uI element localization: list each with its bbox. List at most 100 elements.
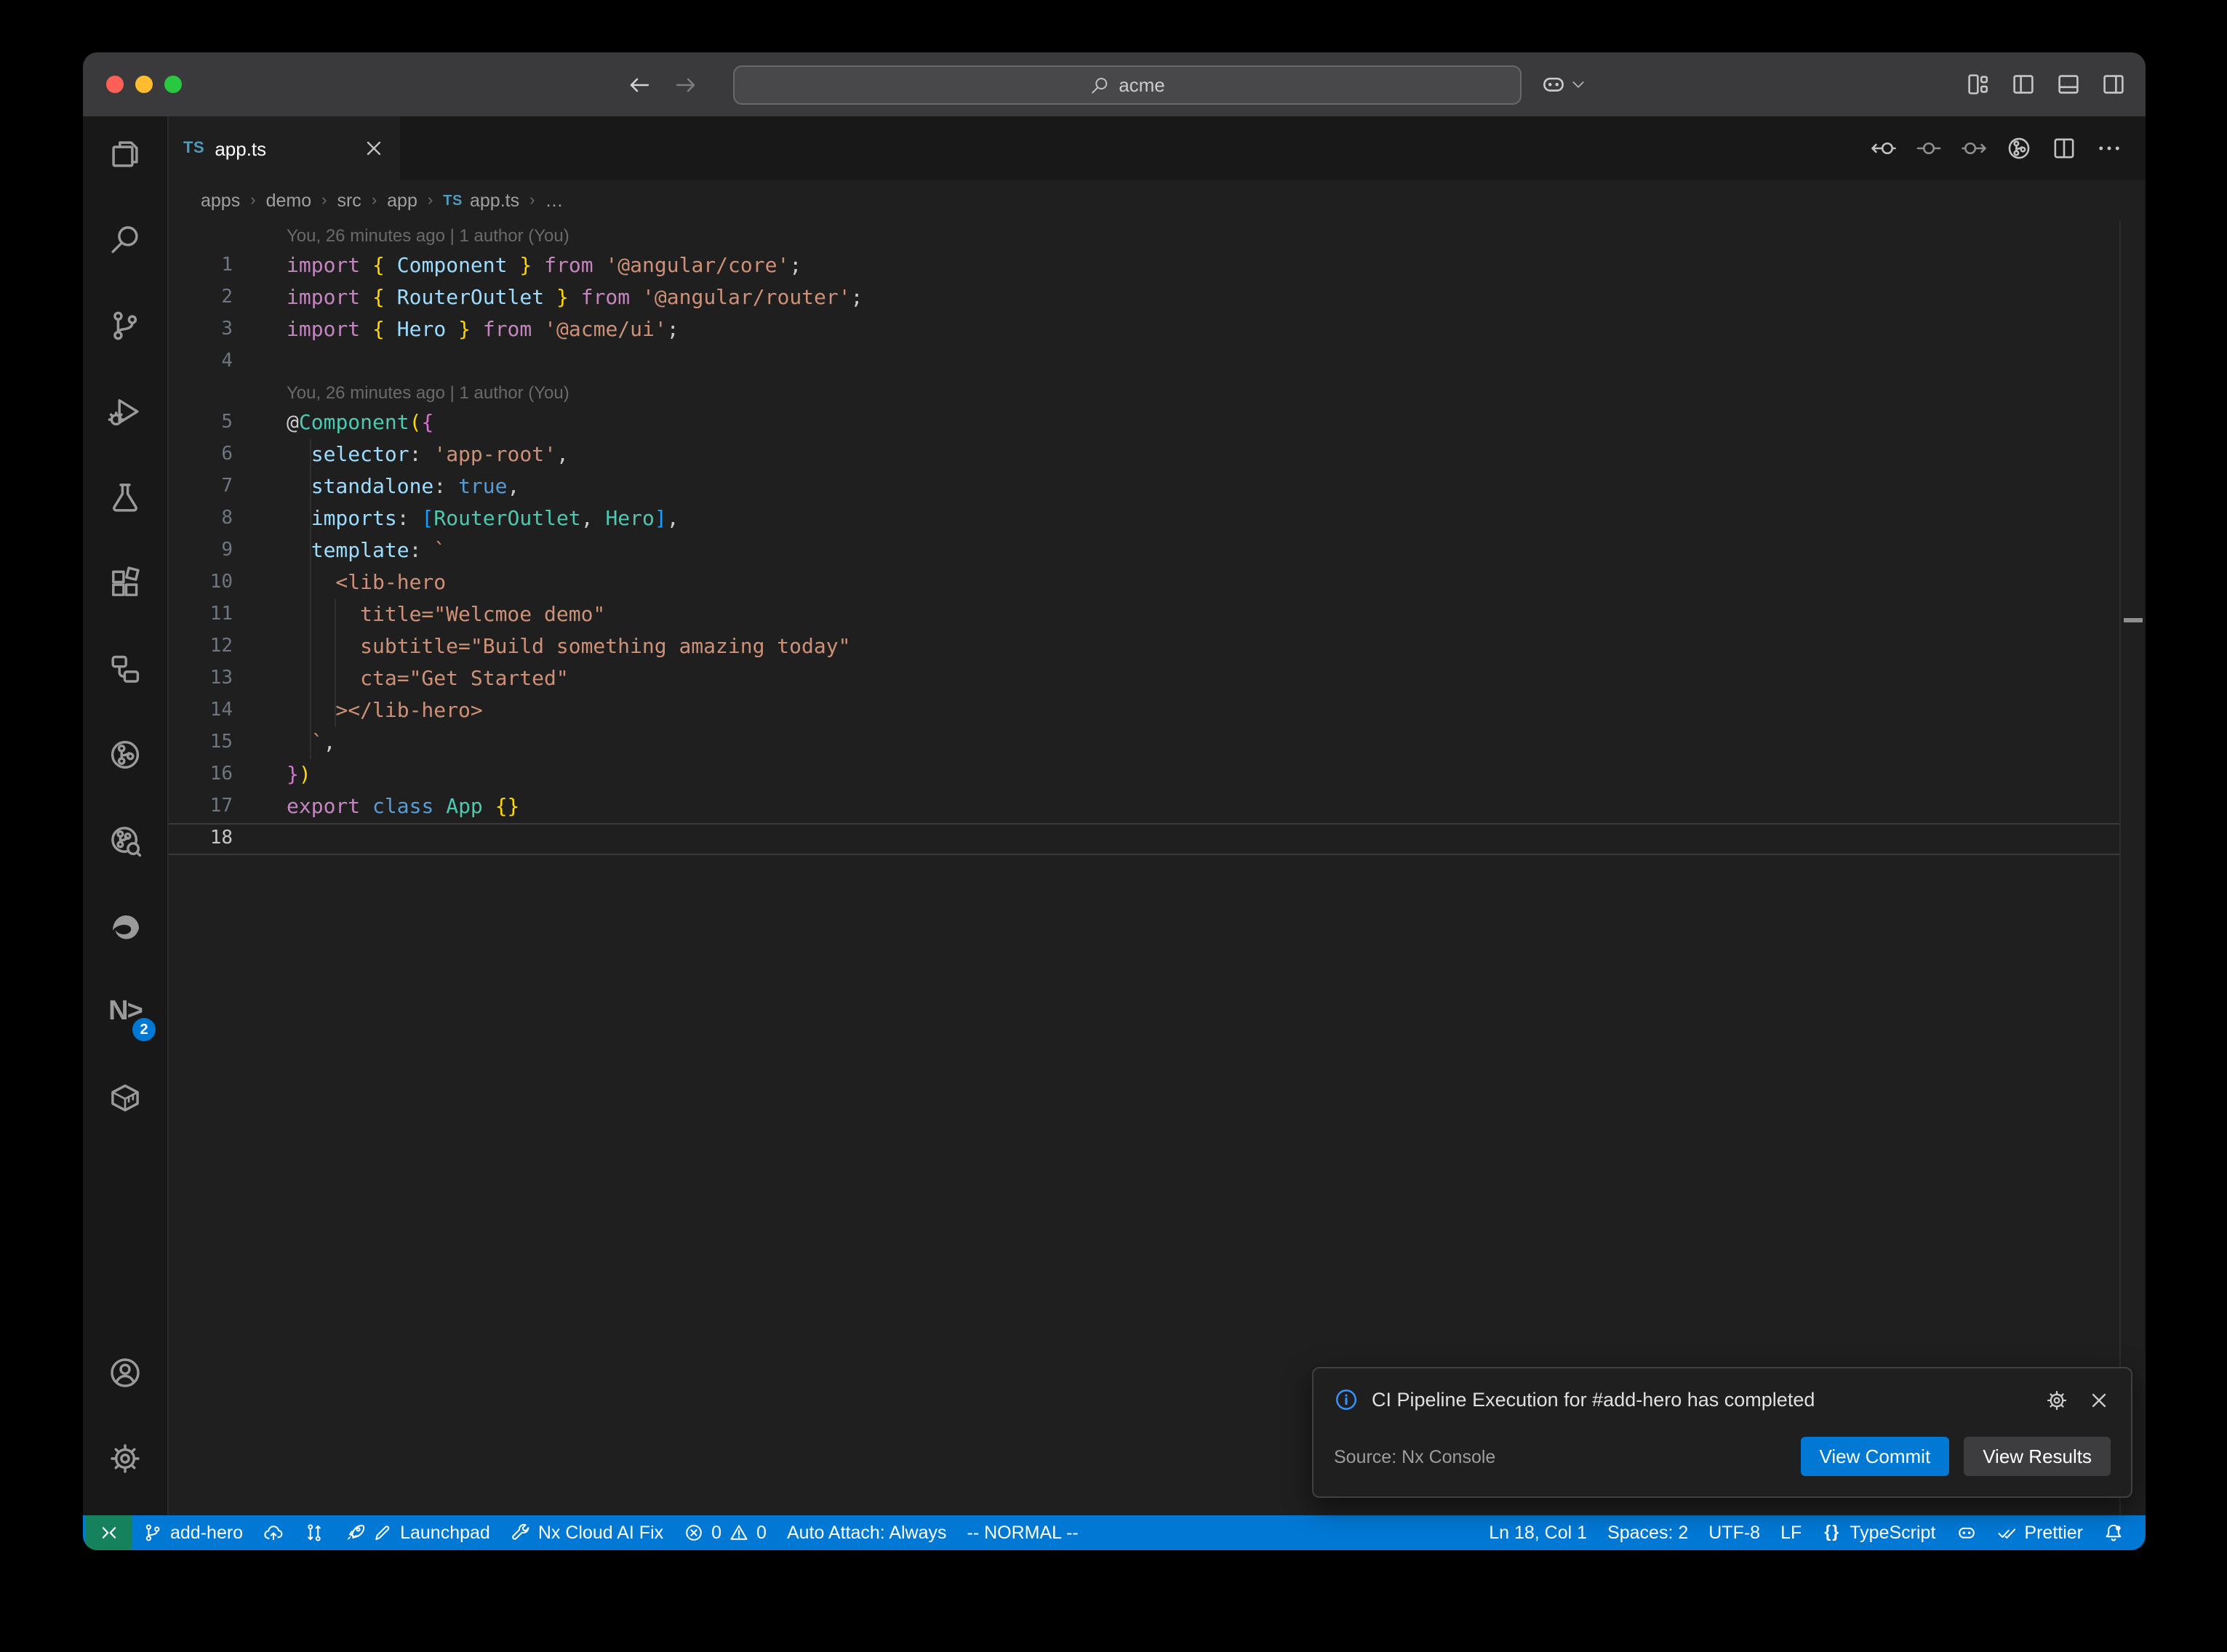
- breadcrumb-item[interactable]: app: [387, 191, 417, 211]
- notification-toast: CI Pipeline Execution for #add-hero has …: [1312, 1367, 2132, 1498]
- code-line-7[interactable]: 7 standalone: true,: [169, 471, 2121, 503]
- next-change-icon[interactable]: [1961, 135, 1987, 161]
- status-publish-changes[interactable]: [253, 1515, 294, 1550]
- layout-panel-icon[interactable]: [2055, 71, 2082, 97]
- breadcrumb-item[interactable]: apps: [201, 191, 240, 211]
- breadcrumb-separator-icon: ›: [250, 192, 255, 209]
- history-navigation: [627, 52, 698, 116]
- desktop: acme N>2 TS app.ts apps›dem: [0, 0, 2227, 1652]
- status-nx-cloud-ai-fix[interactable]: Nx Cloud AI Fix: [500, 1515, 673, 1550]
- status-launchpad[interactable]: Launchpad: [335, 1515, 500, 1550]
- token: cta="Get Started": [287, 667, 569, 691]
- activity-item-pull-requests[interactable]: [90, 726, 160, 784]
- hierarchy-icon: [108, 651, 143, 686]
- line-content: template: `: [233, 535, 446, 567]
- navigate-back-icon[interactable]: [627, 72, 652, 97]
- view-results-button[interactable]: View Results: [1964, 1437, 2111, 1476]
- source-control-icon: [108, 308, 143, 343]
- status-label: Nx Cloud AI Fix: [538, 1523, 663, 1543]
- code-editor[interactable]: You, 26 minutes ago | 1 author (You)1imp…: [169, 221, 2146, 1515]
- status-git-branch[interactable]: add-hero: [132, 1515, 253, 1550]
- token: Hero: [605, 508, 654, 531]
- line-number: 2: [169, 282, 233, 314]
- token: [593, 254, 606, 278]
- activity-item-explorer[interactable]: [90, 125, 160, 183]
- breadcrumb-separator-icon: ›: [529, 192, 535, 209]
- previous-change-icon[interactable]: [1871, 135, 1897, 161]
- status-problems[interactable]: 00: [673, 1515, 777, 1550]
- status-language-mode[interactable]: {}TypeScript: [1812, 1515, 1946, 1550]
- activity-item-search[interactable]: [90, 211, 160, 269]
- token: [544, 286, 556, 310]
- status-indentation[interactable]: Spaces: 2: [1597, 1515, 1698, 1550]
- status-encoding[interactable]: UTF-8: [1698, 1515, 1770, 1550]
- zoom-window-button[interactable]: [164, 76, 182, 93]
- close-tab-icon[interactable]: [362, 137, 385, 160]
- more-actions-icon[interactable]: [2096, 135, 2122, 161]
- status-copilot-status[interactable]: [1946, 1515, 1986, 1550]
- command-center-search[interactable]: acme: [733, 65, 1522, 105]
- code-line-9[interactable]: 9 template: `: [169, 535, 2121, 567]
- activity-item-edge-devtools[interactable]: [90, 897, 160, 955]
- code-line-1[interactable]: 1import { Component } from '@angular/cor…: [169, 250, 2121, 282]
- container-icon: [108, 1080, 143, 1115]
- notification-close-icon[interactable]: [2087, 1388, 2111, 1411]
- status-vim-mode[interactable]: -- NORMAL --: [957, 1515, 1089, 1550]
- status-prettier[interactable]: Prettier: [1986, 1515, 2093, 1550]
- navigate-forward-icon[interactable]: [673, 72, 698, 97]
- view-commit-button[interactable]: View Commit: [1801, 1437, 1950, 1476]
- code-line-2[interactable]: 2import { RouterOutlet } from '@angular/…: [169, 282, 2121, 314]
- split-editor-icon[interactable]: [2051, 135, 2077, 161]
- code-line-13[interactable]: 13 cta="Get Started": [169, 663, 2121, 695]
- code-line-8[interactable]: 8 imports: [RouterOutlet, Hero],: [169, 503, 2121, 535]
- remote-icon: [99, 1523, 119, 1543]
- copilot-menu[interactable]: [1540, 52, 1587, 116]
- line-content: imports: [RouterOutlet, Hero],: [233, 503, 679, 535]
- scrollbar[interactable]: [2119, 221, 2146, 1515]
- activity-item-gitlens[interactable]: [90, 811, 160, 870]
- notification-settings-gear-icon[interactable]: [2045, 1388, 2068, 1411]
- code-line-3[interactable]: 3import { Hero } from '@acme/ui';: [169, 314, 2121, 346]
- code-line-14[interactable]: 14 ></lib-hero>: [169, 695, 2121, 727]
- status-remote-indicator[interactable]: [86, 1515, 132, 1550]
- minimize-window-button[interactable]: [135, 76, 153, 93]
- customize-layout-icon[interactable]: [1965, 71, 1991, 97]
- breadcrumb-item[interactable]: src: [337, 191, 361, 211]
- code-line-16[interactable]: 16}): [169, 759, 2121, 791]
- activity-item-testing[interactable]: [90, 468, 160, 526]
- open-change-icon[interactable]: [1916, 135, 1942, 161]
- close-window-button[interactable]: [106, 76, 124, 93]
- status-notifications-bell[interactable]: [2093, 1515, 2134, 1550]
- status-auto-attach[interactable]: Auto Attach: Always: [777, 1515, 957, 1550]
- activity-item-settings[interactable]: [90, 1430, 160, 1488]
- layout-sidebar-right-icon[interactable]: [2100, 71, 2127, 97]
- activity-item-project-graph[interactable]: [90, 640, 160, 698]
- breadcrumb-symbol[interactable]: …: [545, 191, 563, 211]
- code-line-12[interactable]: 12 subtitle="Build something amazing tod…: [169, 631, 2121, 663]
- activity-item-accounts[interactable]: [90, 1344, 160, 1402]
- tab-app-ts[interactable]: TS app.ts: [169, 116, 400, 180]
- code-line-10[interactable]: 10 <lib-hero: [169, 567, 2121, 599]
- code-line-5[interactable]: 5@Component({: [169, 407, 2121, 439]
- line-content: subtitle="Build something amazing today": [233, 631, 850, 663]
- status-git-compare[interactable]: [294, 1515, 335, 1550]
- open-in-graph-icon[interactable]: [2006, 135, 2032, 161]
- status-eol[interactable]: LF: [1770, 1515, 1812, 1550]
- status-cursor-position[interactable]: Ln 18, Col 1: [1479, 1515, 1597, 1550]
- code-line-4[interactable]: 4: [169, 346, 2121, 378]
- breadcrumb-item[interactable]: demo: [266, 191, 312, 211]
- activity-item-extensions[interactable]: [90, 554, 160, 612]
- line-number: 15: [169, 727, 233, 759]
- code-line-6[interactable]: 6 selector: 'app-root',: [169, 439, 2121, 471]
- code-line-17[interactable]: 17export class App {}: [169, 791, 2121, 823]
- activity-item-nx-console[interactable]: N>2: [90, 983, 160, 1041]
- activity-item-containers[interactable]: [90, 1069, 160, 1127]
- code-line-11[interactable]: 11 title="Welcmoe demo": [169, 599, 2121, 631]
- token: import: [287, 254, 360, 278]
- activity-item-source-control[interactable]: [90, 297, 160, 355]
- breadcrumb-file[interactable]: TSapp.ts: [443, 191, 519, 211]
- code-line-18[interactable]: 18: [169, 823, 2121, 855]
- activity-item-run-and-debug[interactable]: [90, 382, 160, 441]
- layout-sidebar-left-icon[interactable]: [2010, 71, 2036, 97]
- code-line-15[interactable]: 15 `,: [169, 727, 2121, 759]
